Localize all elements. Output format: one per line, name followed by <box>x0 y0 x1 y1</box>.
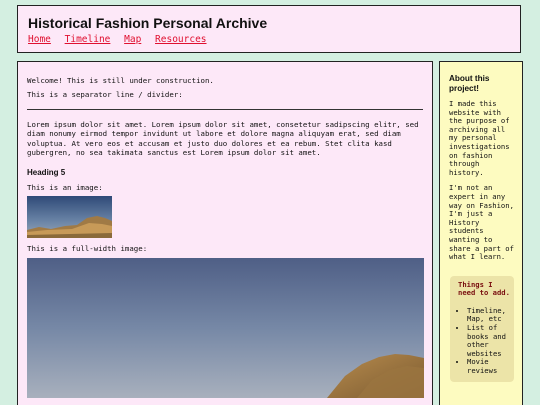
todo-item: List of books and other websites <box>467 323 510 358</box>
full-image-label: This is a full-width image: <box>27 243 148 253</box>
about-title: About this project! <box>449 74 490 93</box>
welcome-text: Welcome! This is still under constructio… <box>27 76 214 85</box>
nav-link-map[interactable]: Map <box>124 34 141 45</box>
todo-box: Things I need to add. Timeline, Map, etc… <box>450 275 514 382</box>
main-nav: Home Timeline Map Resources <box>28 34 215 45</box>
landscape-thumbnail-image <box>27 195 112 238</box>
landscape-full-width-image <box>27 258 424 399</box>
main-content[interactable]: Welcome! This is still under constructio… <box>17 61 433 405</box>
divider-line <box>27 108 423 110</box>
about-paragraph-1: I made this website with the purpose of … <box>449 99 510 177</box>
todo-title: Things I need to add. <box>458 279 510 298</box>
heading-5: Heading 5 <box>27 168 66 178</box>
image-label: This is an image: <box>27 183 103 193</box>
lorem-paragraph: Lorem ipsum dolor sit amet. Lorem ipsum … <box>27 119 419 158</box>
todo-item: Timeline, Map, etc <box>467 306 510 324</box>
todo-item: Movie reviews <box>467 358 510 375</box>
todo-list: Timeline, Map, etc List of books and oth… <box>458 306 510 376</box>
nav-link-resources[interactable]: Resources <box>155 34 206 45</box>
site-title: Historical Fashion Personal Archive <box>28 15 268 31</box>
about-sidebar: About this project! I made this website … <box>439 61 523 405</box>
site-header: Historical Fashion Personal Archive Home… <box>17 5 521 53</box>
nav-link-timeline[interactable]: Timeline <box>65 34 111 45</box>
separator-label: This is a separator line / divider: <box>27 90 183 100</box>
nav-link-home[interactable]: Home <box>28 34 51 45</box>
about-paragraph-2: I'm not an expert in any way on Fashion,… <box>449 183 514 262</box>
